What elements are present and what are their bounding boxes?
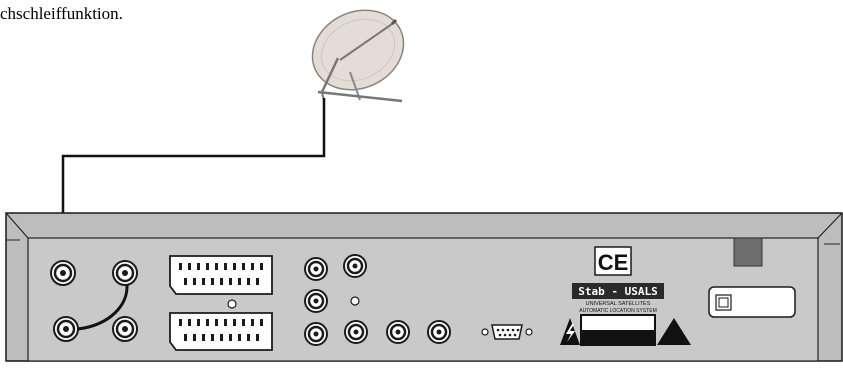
- brand-label: Stab - USALS UNIVERSAL SATELLITES AUTOMA…: [572, 283, 664, 314]
- scart-mount-hole: [227, 299, 237, 309]
- svg-text:UNIVERSAL SATELLITES: UNIVERSAL SATELLITES: [586, 301, 651, 307]
- rca-connector: [304, 257, 328, 281]
- lnb-in-connector: [50, 260, 76, 286]
- rca-connector: [386, 320, 410, 344]
- power-switch[interactable]: [708, 286, 796, 318]
- satellite-dish-icon: [311, 9, 405, 103]
- rca-connector: [344, 320, 368, 344]
- diagram-canvas: CE Stab - USALS UNIVERSAL SATELLITES AUT…: [5, 9, 843, 362]
- ce-mark-label: CE: [594, 246, 632, 276]
- rating-label: [580, 314, 656, 346]
- svg-text:CE: CE: [598, 250, 629, 275]
- rca-connector: [304, 322, 328, 346]
- svg-text:Stab - USALS: Stab - USALS: [578, 285, 657, 298]
- lnb-out-connector: [112, 260, 138, 286]
- power-cord-block: [733, 237, 763, 267]
- rf-out-connector: [112, 316, 138, 342]
- rf-in-connector: [53, 316, 79, 342]
- connection-diagram: chschleiffunktion. CE Stab - USALS UNIVE…: [0, 0, 843, 369]
- rca-connector: [427, 320, 451, 344]
- rca-connector: [304, 289, 328, 313]
- scart-tv-connector: [169, 255, 273, 295]
- mount-hole: [350, 296, 360, 306]
- scart-vcr-connector: [169, 312, 273, 351]
- rca-connector: [343, 254, 367, 278]
- svg-text:AUTOMATIC LOCATION SYSTEM: AUTOMATIC LOCATION SYSTEM: [579, 308, 657, 314]
